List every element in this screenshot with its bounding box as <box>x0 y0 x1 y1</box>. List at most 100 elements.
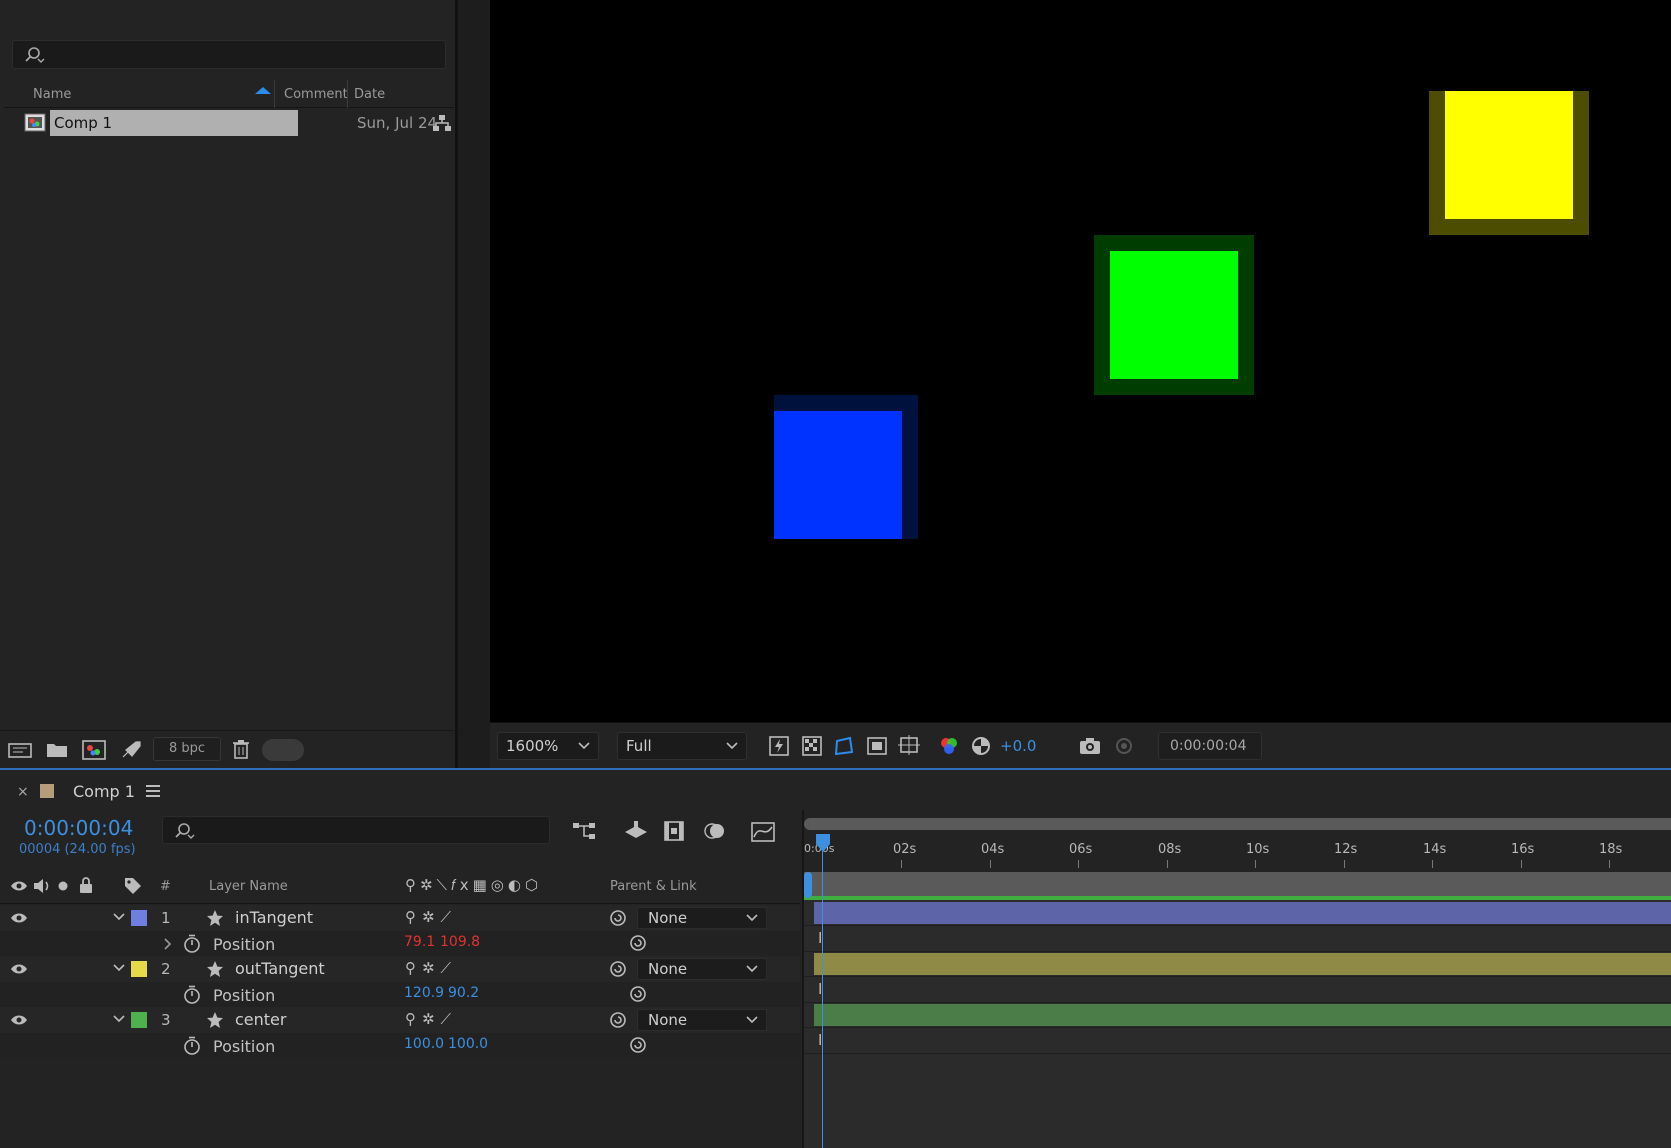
green-square[interactable] <box>1110 251 1238 379</box>
property-row-position-1[interactable]: Position 79.1 109.8 <box>0 931 800 956</box>
close-tab-icon[interactable]: × <box>17 784 29 800</box>
pick-whip-icon[interactable] <box>609 1011 627 1029</box>
column-name[interactable]: Name <box>33 87 71 102</box>
resolution-value: Full <box>626 737 652 755</box>
position-x-value[interactable]: 79.1 <box>404 934 435 950</box>
current-time-display[interactable]: 0:00:00:04 <box>24 816 133 840</box>
fast-previews-icon[interactable] <box>768 735 790 757</box>
composition-viewer[interactable] <box>490 0 1671 722</box>
stopwatch-icon[interactable] <box>183 934 201 953</box>
flowchart-icon[interactable] <box>432 114 452 132</box>
layer-bar-1[interactable] <box>814 902 1671 924</box>
layer-row-2[interactable]: 2 outTangent ⚲✲⟋ None <box>0 956 800 982</box>
motion-blur-icon[interactable] <box>702 820 726 842</box>
visibility-eye-icon[interactable] <box>10 962 28 976</box>
timeline-tab-title[interactable]: Comp 1 <box>73 782 135 801</box>
stopwatch-icon[interactable] <box>183 985 201 1004</box>
column-parent-link[interactable]: Parent & Link <box>610 879 697 894</box>
column-layer-name[interactable]: Layer Name <box>209 879 288 894</box>
interpret-footage-icon[interactable] <box>8 741 32 759</box>
resolution-dropdown[interactable]: Full <box>617 732 747 760</box>
audio-speaker-header-icon[interactable] <box>33 878 51 894</box>
layer-name[interactable]: outTangent <box>235 959 325 978</box>
layer-bar-2[interactable] <box>814 953 1671 975</box>
region-of-interest-icon[interactable] <box>866 735 888 757</box>
video-eye-header-icon[interactable] <box>10 879 28 893</box>
layer-bar-3[interactable] <box>814 1004 1671 1026</box>
work-area-start-handle[interactable] <box>804 872 812 898</box>
camera-snapshot-icon[interactable] <box>1078 735 1102 757</box>
timeline-search-input[interactable] <box>162 816 550 844</box>
yellow-square[interactable] <box>1445 91 1573 219</box>
label-color-chip[interactable] <box>131 910 147 926</box>
position-x-value[interactable]: 120.9 <box>404 985 444 1001</box>
graph-editor-icon[interactable] <box>750 819 776 843</box>
property-row-position-3[interactable]: Position 100.0 100.0 <box>0 1033 800 1058</box>
collapse-chevron-icon[interactable] <box>113 964 125 972</box>
blue-square[interactable] <box>774 411 902 539</box>
draft-3d-icon[interactable] <box>623 820 649 842</box>
playhead-line <box>822 834 823 1148</box>
panel-menu-icon[interactable] <box>146 785 160 797</box>
new-folder-icon[interactable] <box>46 741 68 759</box>
pick-whip-icon[interactable] <box>609 960 627 978</box>
stopwatch-icon[interactable] <box>183 1036 201 1055</box>
pick-whip-icon[interactable] <box>609 909 627 927</box>
visibility-eye-icon[interactable] <box>10 911 28 925</box>
new-composition-icon[interactable] <box>82 740 106 760</box>
column-comment[interactable]: Comment <box>284 87 348 102</box>
position-y-value[interactable]: 109.8 <box>440 934 480 950</box>
render-queue-icon[interactable] <box>120 740 142 760</box>
zoom-value: 1600% <box>506 737 559 755</box>
label-color-chip[interactable] <box>131 961 147 977</box>
zoom-dropdown[interactable]: 1600% <box>497 732 599 760</box>
layer-row-1[interactable]: 1 inTangent ⚲✲⟋ None <box>0 905 800 931</box>
reset-exposure-icon[interactable] <box>970 735 992 757</box>
visibility-eye-icon[interactable] <box>10 1013 28 1027</box>
timeline-tracks[interactable]: 0:00s 02s 04s 06s 08s 10s 12s 14s 16s 18… <box>802 810 1671 1148</box>
viewer-timecode-field[interactable]: 0:00:00:04 <box>1158 732 1262 760</box>
layer-name[interactable]: center <box>235 1010 286 1029</box>
layer-switches[interactable]: ⚲✲⟋ <box>405 908 457 926</box>
parent-dropdown[interactable]: None <box>637 958 767 980</box>
column-date[interactable]: Date <box>354 87 385 102</box>
label-tag-header-icon[interactable] <box>124 877 142 895</box>
grid-guides-icon[interactable] <box>898 735 922 757</box>
position-y-value[interactable]: 100.0 <box>448 1036 488 1052</box>
label-color-chip[interactable] <box>131 1012 147 1028</box>
transparency-grid-icon[interactable] <box>801 735 823 757</box>
chevron-down-icon <box>726 742 738 750</box>
expression-pick-whip-icon[interactable] <box>629 985 647 1003</box>
expression-pick-whip-icon[interactable] <box>629 1036 647 1054</box>
sort-ascending-icon[interactable] <box>254 85 272 95</box>
time-ruler[interactable]: 0:00s 02s 04s 06s 08s 10s 12s 14s 16s 18… <box>804 810 1671 872</box>
layer-switches[interactable]: ⚲✲⟋ <box>405 959 457 977</box>
layer-switches[interactable]: ⚲✲⟋ <box>405 1010 457 1028</box>
bpc-button[interactable]: 8 bpc <box>153 737 221 761</box>
collapse-chevron-icon[interactable] <box>113 1015 125 1023</box>
expand-chevron-icon[interactable] <box>164 938 172 950</box>
show-snapshot-icon[interactable] <box>1112 735 1136 757</box>
project-search-input[interactable] <box>12 40 446 69</box>
thumbnail-slider[interactable] <box>262 739 304 761</box>
color-channels-icon[interactable] <box>938 735 960 757</box>
exposure-value[interactable]: +0.0 <box>1000 737 1036 755</box>
parent-dropdown[interactable]: None <box>637 907 767 929</box>
position-y-value[interactable]: 90.2 <box>448 985 479 1001</box>
position-x-value[interactable]: 100.0 <box>404 1036 444 1052</box>
solo-dot-header-icon[interactable] <box>58 881 68 891</box>
work-area-bar[interactable] <box>804 818 1671 830</box>
parent-dropdown[interactable]: None <box>637 1009 767 1031</box>
composition-flowchart-icon[interactable] <box>572 820 598 842</box>
trash-icon[interactable] <box>232 739 250 759</box>
property-row-position-2[interactable]: Position 120.9 90.2 <box>0 982 800 1007</box>
playhead-handle-icon[interactable] <box>814 832 832 854</box>
expression-pick-whip-icon[interactable] <box>629 934 647 952</box>
layer-row-3[interactable]: 3 center ⚲✲⟋ None <box>0 1007 800 1033</box>
project-item-comp[interactable]: Comp 1 Sun, Jul 24 <box>24 110 454 136</box>
mask-path-visibility-icon[interactable] <box>833 735 855 757</box>
collapse-chevron-icon[interactable] <box>113 913 125 921</box>
frame-blending-icon[interactable] <box>663 820 685 842</box>
lock-header-icon[interactable] <box>79 877 93 893</box>
layer-name[interactable]: inTangent <box>235 908 313 927</box>
